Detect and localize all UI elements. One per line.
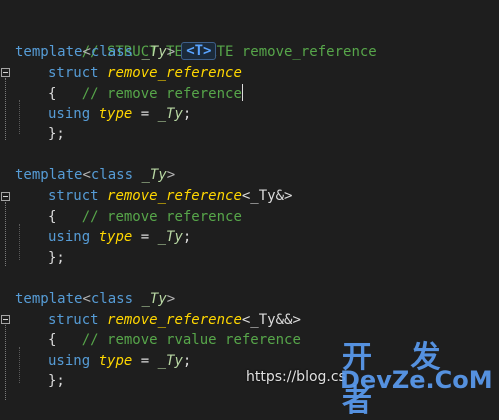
watermark-url: https://blog.cs bbox=[246, 369, 346, 385]
angle-close: > bbox=[166, 167, 176, 183]
alias-name: type bbox=[98, 229, 133, 245]
code-line-open-brace[interactable]: { // remove rvalue reference bbox=[48, 330, 301, 350]
template-param: _Ty bbox=[133, 291, 167, 307]
specialization: <_Ty&&> bbox=[241, 312, 301, 328]
alias-name: type bbox=[98, 353, 133, 369]
code-line-template[interactable]: template<class _Ty> <T> bbox=[15, 42, 217, 62]
code-line-using[interactable]: using type = _Ty; bbox=[48, 227, 191, 247]
indent-guide bbox=[19, 100, 20, 134]
struct-name: remove_reference bbox=[107, 312, 242, 328]
alias-target: _Ty bbox=[157, 106, 183, 122]
angle-open: < bbox=[82, 291, 91, 307]
fold-guide-line bbox=[5, 78, 6, 140]
keyword-class: class bbox=[90, 291, 134, 307]
watermark-brand-en: DevZe.CoM bbox=[340, 366, 493, 394]
indent-guide bbox=[19, 347, 20, 383]
keyword-class: class bbox=[90, 167, 134, 183]
code-line-open-brace[interactable]: { // remove reference bbox=[48, 207, 242, 227]
alias-name: type bbox=[98, 106, 133, 122]
specialization: <_Ty&> bbox=[241, 188, 293, 204]
code-line-template[interactable]: template<class _Ty> bbox=[15, 289, 175, 309]
inline-comment: // remove reference bbox=[81, 86, 242, 102]
collapse-icon[interactable] bbox=[1, 192, 10, 201]
semicolon: ; bbox=[182, 229, 192, 245]
fold-guide-line bbox=[5, 202, 6, 266]
close-brace: }; bbox=[48, 126, 65, 142]
template-param: _Ty bbox=[133, 44, 167, 60]
template-hint-badge[interactable]: <T> bbox=[181, 42, 217, 60]
collapse-icon[interactable] bbox=[1, 68, 10, 77]
alias-target: _Ty bbox=[157, 353, 183, 369]
open-brace: { bbox=[48, 86, 57, 102]
collapse-icon[interactable] bbox=[1, 315, 10, 324]
angle-open: < bbox=[82, 44, 91, 60]
keyword-template: template bbox=[15, 167, 83, 183]
code-line-close-brace[interactable]: }; bbox=[48, 248, 65, 268]
indent-guide bbox=[19, 224, 20, 260]
equals: = bbox=[132, 353, 158, 369]
semicolon: ; bbox=[182, 106, 192, 122]
code-line-template[interactable]: template<class _Ty> bbox=[15, 165, 175, 185]
keyword-using: using bbox=[48, 353, 91, 369]
struct-name: remove_reference bbox=[107, 65, 242, 81]
keyword-struct: struct bbox=[48, 312, 99, 328]
angle-close: > bbox=[166, 44, 176, 60]
text-cursor bbox=[241, 84, 243, 101]
template-param: _Ty bbox=[133, 167, 167, 183]
fold-guide-line bbox=[5, 325, 6, 400]
keyword-using: using bbox=[48, 229, 91, 245]
equals: = bbox=[132, 229, 158, 245]
keyword-template: template bbox=[15, 44, 83, 60]
close-brace: }; bbox=[48, 373, 65, 389]
angle-close: > bbox=[166, 291, 176, 307]
close-brace: }; bbox=[48, 250, 65, 266]
angle-open: < bbox=[82, 167, 91, 183]
equals: = bbox=[132, 106, 158, 122]
keyword-class: class bbox=[90, 44, 134, 60]
semicolon: ; bbox=[182, 353, 192, 369]
code-line-struct[interactable]: struct remove_reference<_Ty&&> bbox=[48, 310, 301, 330]
inline-comment: // remove rvalue reference bbox=[81, 332, 301, 348]
open-brace: { bbox=[48, 209, 57, 225]
code-line-using[interactable]: using type = _Ty; bbox=[48, 104, 191, 124]
open-brace: { bbox=[48, 332, 57, 348]
keyword-using: using bbox=[48, 106, 91, 122]
keyword-struct: struct bbox=[48, 65, 99, 81]
struct-name: remove_reference bbox=[107, 188, 242, 204]
code-line-close-brace[interactable]: }; bbox=[48, 371, 65, 391]
alias-target: _Ty bbox=[157, 229, 183, 245]
keyword-template: template bbox=[15, 291, 83, 307]
code-line-open-brace[interactable]: { // remove reference bbox=[48, 84, 243, 104]
code-line-using[interactable]: using type = _Ty; bbox=[48, 351, 191, 371]
inline-comment: // remove reference bbox=[81, 209, 242, 225]
keyword-struct: struct bbox=[48, 188, 99, 204]
code-line-struct[interactable]: struct remove_reference<_Ty&> bbox=[48, 186, 292, 206]
code-line-close-brace[interactable]: }; bbox=[48, 124, 65, 144]
code-line-comment-header[interactable]: // STRUCT TEMPLATE remove_reference bbox=[48, 22, 377, 60]
code-editor[interactable]: // STRUCT TEMPLATE remove_reference temp… bbox=[0, 0, 499, 419]
code-line-struct[interactable]: struct remove_reference bbox=[48, 63, 242, 83]
